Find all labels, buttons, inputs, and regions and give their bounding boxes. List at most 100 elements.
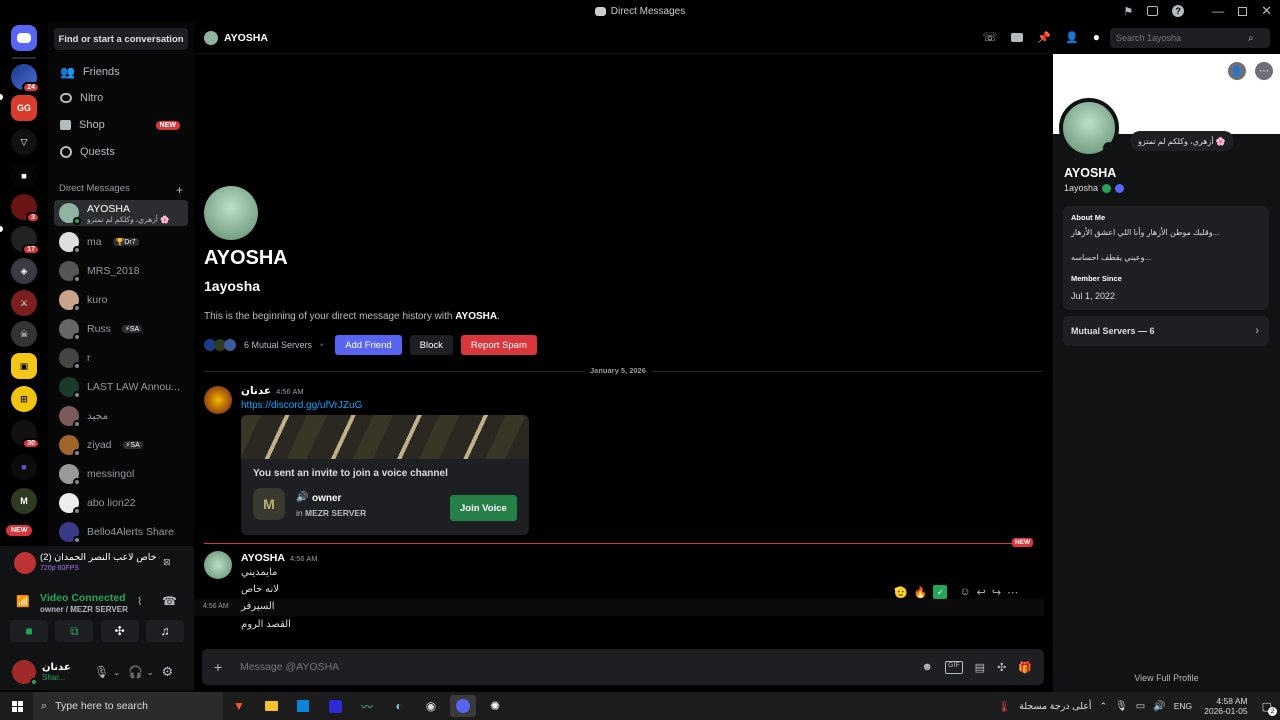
nav-quests[interactable]: Quests: [54, 140, 188, 164]
block-button[interactable]: Block: [409, 335, 453, 355]
gift-icon[interactable]: 🎁: [1018, 661, 1032, 674]
stream-close-icon[interactable]: ⊠: [163, 557, 171, 568]
maximize-icon[interactable]: [1238, 6, 1248, 16]
gif-icon[interactable]: GIF: [945, 660, 963, 674]
avatar[interactable]: [204, 386, 232, 414]
add-friend-button[interactable]: Add Friend: [335, 335, 402, 355]
server-icon[interactable]: M: [11, 488, 37, 514]
app-icon[interactable]: [322, 695, 348, 717]
obs-icon[interactable]: ◉: [418, 695, 444, 717]
reaction-emoji-icon[interactable]: 🫡: [894, 586, 908, 599]
steam-icon[interactable]: ◐: [386, 695, 412, 717]
server-icon[interactable]: 24: [11, 64, 40, 93]
voice-channel[interactable]: owner / MEZR SERVER: [40, 605, 128, 614]
invite-link[interactable]: https://discord.gg/ufVrJZuG: [241, 400, 362, 411]
dm-item-kuro[interactable]: kuro: [54, 287, 188, 313]
network-icon[interactable]: ▭: [1136, 701, 1145, 712]
sticker-icon[interactable]: ▤: [975, 661, 985, 674]
activities-icon[interactable]: ✣: [100, 620, 139, 642]
server-icon[interactable]: 17: [11, 226, 40, 255]
message-input[interactable]: [240, 661, 880, 673]
reply-icon[interactable]: ↩: [977, 586, 986, 599]
home-discord-icon[interactable]: [11, 25, 37, 51]
nav-shop[interactable]: Shop NEW: [54, 113, 188, 137]
dm-item-abo-lion22[interactable]: abo lion22: [54, 490, 188, 516]
file-explorer-icon[interactable]: [258, 695, 284, 717]
more-options-icon[interactable]: ⋯: [1007, 586, 1018, 599]
microphone-tray-icon[interactable]: 🎙: [1115, 701, 1128, 712]
chat-header-name[interactable]: AYOSHA: [224, 32, 268, 44]
noise-suppression-icon[interactable]: ⌇: [137, 595, 142, 608]
reaction-check-icon[interactable]: ✓: [933, 585, 948, 599]
microphone-icon[interactable]: 🎙: [94, 665, 109, 679]
video-call-icon[interactable]: [1011, 32, 1024, 42]
user-profile-icon[interactable]: ●: [1093, 30, 1100, 44]
message-author[interactable]: عدنان: [241, 385, 271, 397]
screen-share-icon[interactable]: ⧉: [55, 620, 94, 642]
inbox-flag-icon[interactable]: ⚑: [1123, 5, 1133, 18]
server-icon[interactable]: ⚔: [11, 290, 37, 316]
nav-friends[interactable]: 👥 Friends: [54, 60, 188, 84]
language-indicator[interactable]: ENG: [1174, 701, 1192, 711]
server-icon[interactable]: ⊞: [11, 386, 37, 412]
settings-gear-icon[interactable]: ⚙: [162, 664, 174, 680]
mutual-servers-row[interactable]: Mutual Servers — 6 ›: [1063, 316, 1269, 346]
attach-plus-icon[interactable]: +: [210, 659, 226, 675]
create-dm-plus-icon[interactable]: +: [176, 183, 183, 197]
headphones-icon[interactable]: 🎧: [128, 665, 143, 679]
pin-icon[interactable]: 📌: [1037, 31, 1051, 44]
dm-item-mrs2018[interactable]: MRS_2018: [54, 258, 188, 284]
message-author[interactable]: AYOSHA: [241, 552, 285, 564]
new-unreads-badge[interactable]: NEW: [6, 525, 33, 536]
server-icon[interactable]: ◼: [11, 163, 37, 189]
dm-item-messingol[interactable]: messingol: [54, 461, 188, 487]
taskbar-search[interactable]: ⌕ Type here to search: [33, 692, 223, 720]
join-voice-button[interactable]: Join Voice: [450, 495, 517, 521]
start-windows-icon[interactable]: [4, 695, 30, 717]
notifications-icon[interactable]: ▢ 2: [1262, 700, 1277, 716]
server-icon[interactable]: ▣: [11, 353, 37, 379]
reaction-emoji-icon[interactable]: 🔥: [914, 586, 928, 599]
gift-emoji-icon[interactable]: ☻: [921, 661, 933, 674]
server-icon[interactable]: ▽: [11, 129, 37, 155]
chevron-down-icon[interactable]: ⌄: [147, 668, 154, 677]
apps-icon[interactable]: ✣: [997, 661, 1006, 674]
more-options-icon[interactable]: ⋯: [1255, 62, 1273, 80]
server-icon-gg[interactable]: GG: [11, 95, 37, 121]
minimize-icon[interactable]: —: [1212, 4, 1224, 18]
dm-item-ma[interactable]: ma 🏆Dr7: [54, 229, 188, 255]
folder-icon[interactable]: ■: [11, 454, 37, 480]
report-spam-button[interactable]: Report Spam: [460, 335, 537, 355]
brave-browser-icon[interactable]: ▼: [226, 695, 252, 717]
dm-item-russ[interactable]: Russ ⚡SA: [54, 316, 188, 342]
dm-item-ayosha[interactable]: AYOSHA أزهري، وكلكم لم تمتزو 🌸: [54, 200, 188, 226]
search-input[interactable]: [1116, 33, 1248, 43]
camera-icon[interactable]: ■: [10, 620, 48, 642]
forward-icon[interactable]: ↪: [992, 586, 1001, 599]
add-friends-to-dm-icon[interactable]: 👤: [1065, 31, 1079, 44]
chevron-down-icon[interactable]: ⌄: [113, 668, 120, 677]
terminal-icon[interactable]: 〰: [354, 695, 380, 717]
search-box[interactable]: ⌕: [1110, 28, 1270, 48]
server-icon[interactable]: ☠: [11, 321, 37, 347]
server-icon[interactable]: 3: [11, 194, 40, 223]
user-avatar[interactable]: [12, 660, 38, 686]
close-icon[interactable]: ✕: [1261, 3, 1272, 19]
nav-nitro[interactable]: Nitro: [54, 86, 188, 110]
dm-item-r[interactable]: r: [54, 345, 188, 371]
add-reaction-icon[interactable]: ☺: [959, 586, 970, 598]
voice-call-icon[interactable]: ☏: [982, 30, 997, 44]
dm-item-last-law[interactable]: LAST LAW Annou...: [54, 374, 188, 400]
clock[interactable]: 4:58 AM 2026-01-05: [1204, 696, 1247, 716]
view-full-profile-link[interactable]: View Full Profile: [1053, 673, 1280, 683]
voice-status[interactable]: Video Connected: [40, 592, 126, 604]
tray-chevron-icon[interactable]: ⌃: [1100, 701, 1108, 712]
avatar[interactable]: [204, 551, 232, 579]
help-icon[interactable]: ?: [1172, 5, 1185, 17]
microsoft-store-icon[interactable]: [290, 695, 316, 717]
discord-taskbar-icon[interactable]: [450, 695, 476, 717]
inbox-icon[interactable]: [1147, 6, 1159, 16]
dm-item-ziyad[interactable]: ziyad ⚡SA: [54, 432, 188, 458]
dm-item-bello4alerts[interactable]: Bello4Alerts Share: [54, 519, 188, 545]
soundboard-icon[interactable]: ♫: [145, 620, 184, 642]
